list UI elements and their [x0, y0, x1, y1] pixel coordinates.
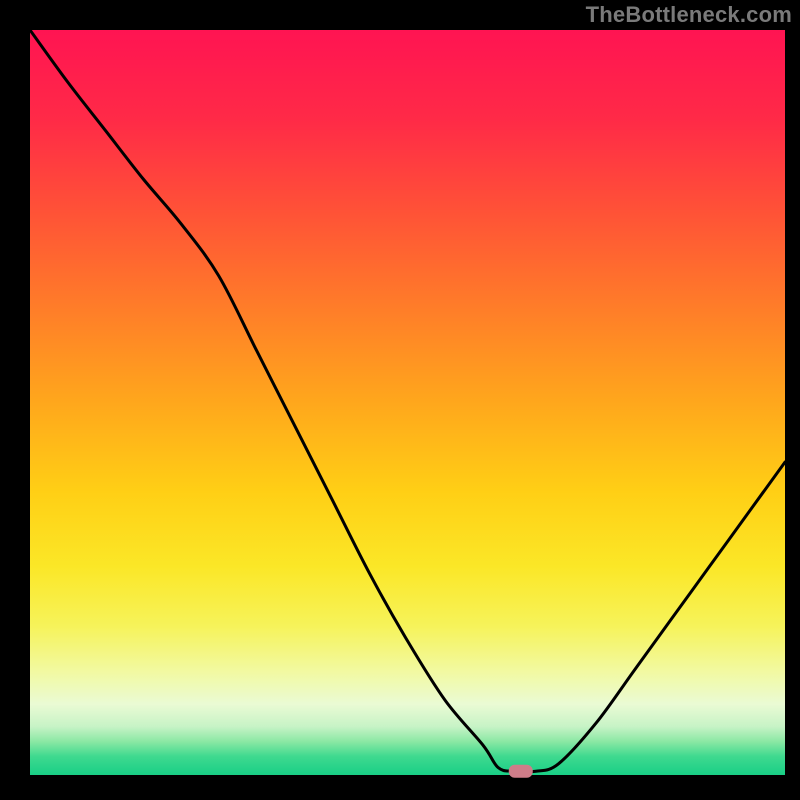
plot-background: [30, 30, 785, 775]
optimal-marker: [509, 765, 533, 778]
chart-frame: { "watermark": "TheBottleneck.com", "cha…: [0, 0, 800, 800]
bottleneck-chart: [0, 0, 800, 800]
watermark-text: TheBottleneck.com: [586, 2, 792, 28]
